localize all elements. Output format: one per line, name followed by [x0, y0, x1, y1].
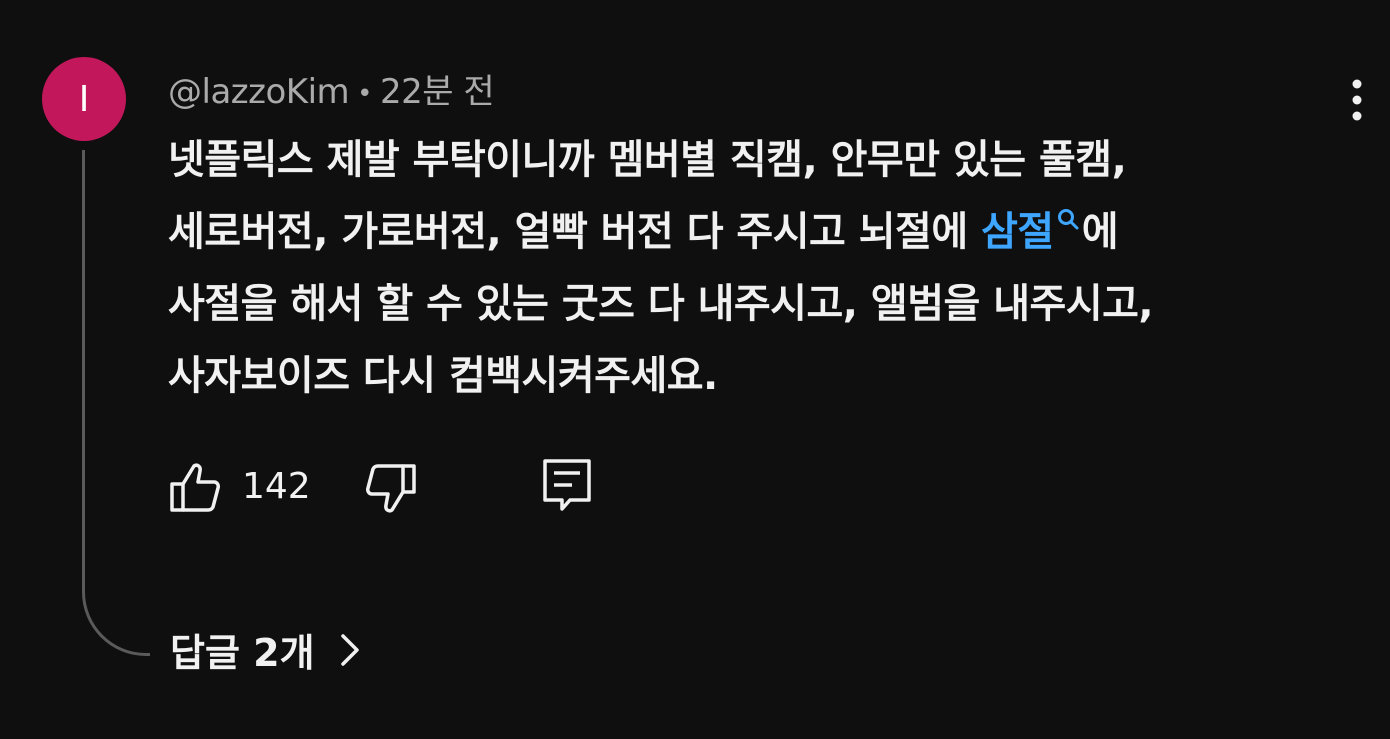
comment-line-2-text: 세로버전, 가로버전, 얼빡 버전 다 주시고 뇌절에 — [168, 209, 982, 255]
comment-timestamp[interactable]: 22분 전 — [380, 72, 495, 112]
like-count: 142 — [242, 466, 311, 507]
avatar-initial: I — [78, 78, 90, 120]
comment-line-3: 사절을 해서 할 수 있는 굿즈 다 내주시고, 앨범을 내주시고, — [168, 281, 1154, 327]
author-handle[interactable]: @lazzoKim — [168, 72, 350, 112]
thread-line — [82, 150, 150, 656]
replies-label: 답글 2개 — [170, 631, 315, 675]
comment-line-1: 넷플릭스 제발 부탁이니까 멤버별 직캠, 안무만 있는 풀캠, — [168, 137, 1127, 183]
search-link[interactable]: 삼절 — [981, 209, 1082, 255]
more-vert-icon[interactable] — [1340, 78, 1374, 122]
comment-line-4: 사자보이즈 다시 컴백시켜주세요. — [168, 353, 718, 399]
avatar[interactable]: I — [42, 57, 126, 141]
comment-line-2-suffix: 에 — [1081, 209, 1119, 255]
replies-toggle[interactable]: 답글 2개 — [170, 622, 363, 677]
comment-meta: @lazzoKim • 22분 전 — [168, 64, 495, 113]
search-link-text[interactable]: 삼절 — [981, 209, 1054, 255]
thumb-up-icon[interactable] — [168, 460, 222, 514]
comment-line-2: 세로버전, 가로버전, 얼빡 버전 다 주시고 뇌절에 삼절 에 — [168, 196, 1288, 268]
search-icon — [1057, 209, 1079, 230]
reply-comment-icon[interactable] — [540, 456, 594, 514]
thumb-down-icon[interactable] — [364, 462, 418, 516]
comment-text: 넷플릭스 제발 부탁이니까 멤버별 직캠, 안무만 있는 풀캠, 세로버전, 가… — [168, 124, 1288, 412]
chevron-right-icon — [340, 633, 359, 666]
meta-separator: • — [357, 78, 372, 109]
